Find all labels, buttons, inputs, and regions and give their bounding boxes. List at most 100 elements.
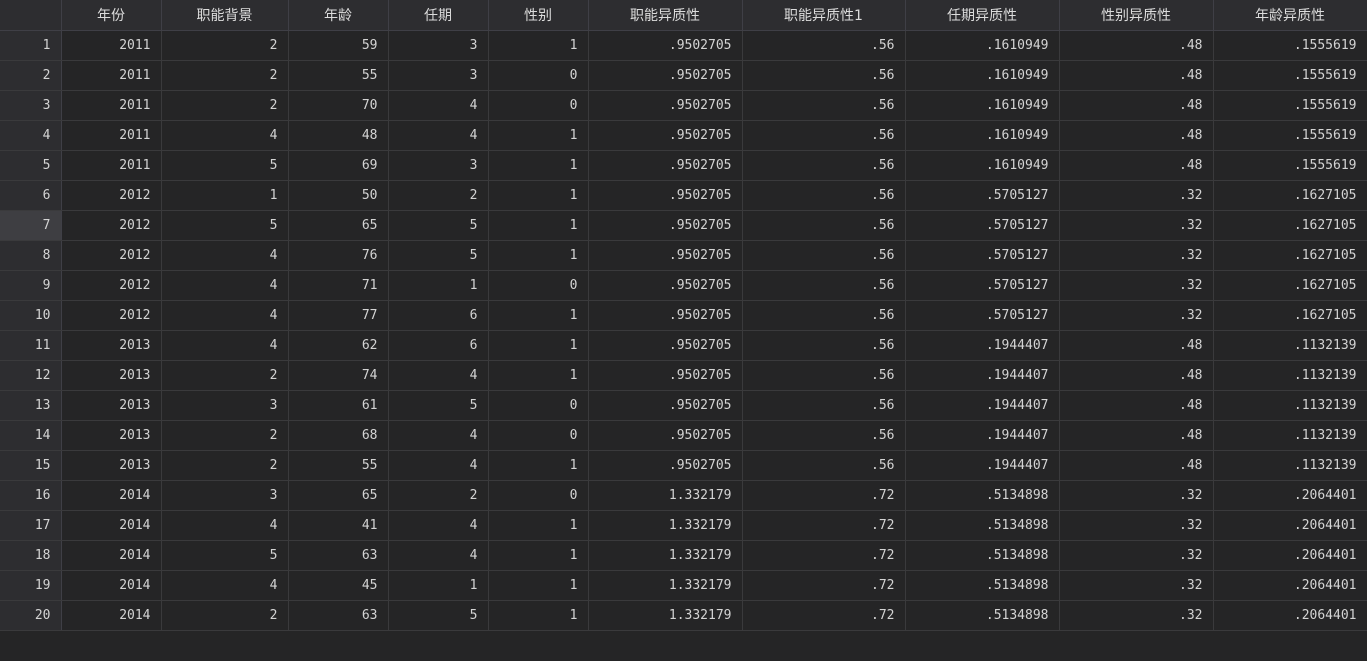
table-cell[interactable]: 2012 <box>61 210 162 241</box>
table-cell[interactable]: .56 <box>742 210 906 241</box>
corner-cell[interactable] <box>0 0 62 31</box>
table-cell[interactable]: .1944407 <box>905 360 1060 391</box>
table-cell[interactable]: .72 <box>742 540 906 571</box>
table-cell[interactable]: .1610949 <box>905 30 1060 61</box>
table-cell[interactable]: .48 <box>1059 360 1214 391</box>
table-cell[interactable]: 5 <box>161 150 289 181</box>
table-cell[interactable]: 1 <box>488 330 589 361</box>
table-cell[interactable]: .32 <box>1059 600 1214 631</box>
table-cell[interactable]: .9502705 <box>588 270 743 301</box>
table-cell[interactable]: 2014 <box>61 600 162 631</box>
column-header[interactable]: 职能背景 <box>161 0 289 31</box>
table-cell[interactable]: .1610949 <box>905 90 1060 121</box>
table-cell[interactable]: 5 <box>161 210 289 241</box>
table-cell[interactable]: .48 <box>1059 390 1214 421</box>
table-cell[interactable]: 76 <box>288 240 389 271</box>
table-cell[interactable]: .5134898 <box>905 510 1060 541</box>
table-cell[interactable]: .1627105 <box>1213 300 1367 331</box>
row-index[interactable]: 17 <box>0 510 62 541</box>
table-cell[interactable]: 1 <box>388 270 489 301</box>
table-row[interactable]: 9 2012 4 71 1 0.9502705.56.5705127.32.1627105 <box>0 270 1367 301</box>
table-cell[interactable]: .5134898 <box>905 600 1060 631</box>
table-cell[interactable]: .9502705 <box>588 90 743 121</box>
table-cell[interactable]: .1610949 <box>905 60 1060 91</box>
table-cell[interactable]: .72 <box>742 570 906 601</box>
table-cell[interactable]: 1.332179 <box>588 600 743 631</box>
row-index[interactable]: 15 <box>0 450 62 481</box>
table-cell[interactable]: 2011 <box>61 150 162 181</box>
table-cell[interactable]: 70 <box>288 90 389 121</box>
table-cell[interactable]: 1.332179 <box>588 480 743 511</box>
row-index[interactable]: 5 <box>0 150 62 181</box>
row-index[interactable]: 14 <box>0 420 62 451</box>
column-header[interactable]: 性别异质性 <box>1059 0 1214 31</box>
table-cell[interactable]: .1944407 <box>905 450 1060 481</box>
table-cell[interactable]: 0 <box>488 60 589 91</box>
table-cell[interactable]: .9502705 <box>588 330 743 361</box>
table-cell[interactable]: 1.332179 <box>588 540 743 571</box>
table-cell[interactable]: .9502705 <box>588 180 743 211</box>
table-cell[interactable]: 4 <box>161 330 289 361</box>
table-cell[interactable]: 2 <box>388 180 489 211</box>
table-cell[interactable]: .9502705 <box>588 300 743 331</box>
column-header[interactable]: 职能异质性 <box>588 0 743 31</box>
table-cell[interactable]: 2 <box>161 450 289 481</box>
table-cell[interactable]: 0 <box>488 90 589 121</box>
table-cell[interactable]: .1132139 <box>1213 420 1367 451</box>
table-cell[interactable]: 62 <box>288 330 389 361</box>
table-cell[interactable]: 4 <box>161 120 289 151</box>
table-cell[interactable]: 5 <box>388 210 489 241</box>
table-cell[interactable]: .1610949 <box>905 120 1060 151</box>
table-cell[interactable]: .1944407 <box>905 330 1060 361</box>
row-index[interactable]: 19 <box>0 570 62 601</box>
table-cell[interactable]: .48 <box>1059 150 1214 181</box>
row-index[interactable]: 2 <box>0 60 62 91</box>
row-index[interactable]: 4 <box>0 120 62 151</box>
table-cell[interactable]: 63 <box>288 540 389 571</box>
table-cell[interactable]: .5134898 <box>905 570 1060 601</box>
table-cell[interactable]: .5705127 <box>905 300 1060 331</box>
column-header[interactable]: 性别 <box>488 0 589 31</box>
table-cell[interactable]: 1 <box>488 600 589 631</box>
table-cell[interactable]: .2064401 <box>1213 480 1367 511</box>
table-cell[interactable]: 2012 <box>61 240 162 271</box>
table-cell[interactable]: 48 <box>288 120 389 151</box>
table-cell[interactable]: 68 <box>288 420 389 451</box>
table-row[interactable]: 15 2013 2 55 4 1.9502705.56.1944407.48.113213… <box>0 450 1367 481</box>
row-index[interactable]: 7 <box>0 210 62 241</box>
row-index[interactable]: 1 <box>0 30 62 61</box>
table-cell[interactable]: .5705127 <box>905 180 1060 211</box>
table-cell[interactable]: 4 <box>388 540 489 571</box>
table-cell[interactable]: .56 <box>742 300 906 331</box>
table-cell[interactable]: .1944407 <box>905 420 1060 451</box>
table-cell[interactable]: 2 <box>161 90 289 121</box>
row-index[interactable]: 16 <box>0 480 62 511</box>
table-cell[interactable]: 4 <box>161 300 289 331</box>
table-cell[interactable]: .2064401 <box>1213 600 1367 631</box>
table-cell[interactable]: .9502705 <box>588 240 743 271</box>
table-cell[interactable]: .2064401 <box>1213 540 1367 571</box>
table-row[interactable]: 4 2011 4 48 4 1.9502705.56.1610949.48.1555619 <box>0 120 1367 151</box>
table-row[interactable]: 1 2011 2 59 3 1.9502705.56.1610949.48.1555619 <box>0 30 1367 61</box>
table-cell[interactable]: .32 <box>1059 510 1214 541</box>
table-cell[interactable]: 0 <box>488 480 589 511</box>
table-cell[interactable]: .2064401 <box>1213 570 1367 601</box>
table-cell[interactable]: 2 <box>388 480 489 511</box>
table-cell[interactable]: 1 <box>488 450 589 481</box>
table-cell[interactable]: .1132139 <box>1213 450 1367 481</box>
table-cell[interactable]: .72 <box>742 510 906 541</box>
table-cell[interactable]: 2014 <box>61 540 162 571</box>
table-cell[interactable]: 4 <box>161 240 289 271</box>
table-cell[interactable]: 4 <box>161 510 289 541</box>
row-index[interactable]: 12 <box>0 360 62 391</box>
table-cell[interactable]: .32 <box>1059 540 1214 571</box>
table-cell[interactable]: 4 <box>161 570 289 601</box>
table-row[interactable]: 17 2014 4 41 4 1 1.332179.72.5134898.32.206440… <box>0 510 1367 541</box>
row-index[interactable]: 3 <box>0 90 62 121</box>
table-cell[interactable]: .56 <box>742 90 906 121</box>
table-cell[interactable]: 2013 <box>61 360 162 391</box>
table-cell[interactable]: .48 <box>1059 120 1214 151</box>
table-cell[interactable]: .1132139 <box>1213 390 1367 421</box>
table-cell[interactable]: .9502705 <box>588 360 743 391</box>
row-index[interactable]: 18 <box>0 540 62 571</box>
